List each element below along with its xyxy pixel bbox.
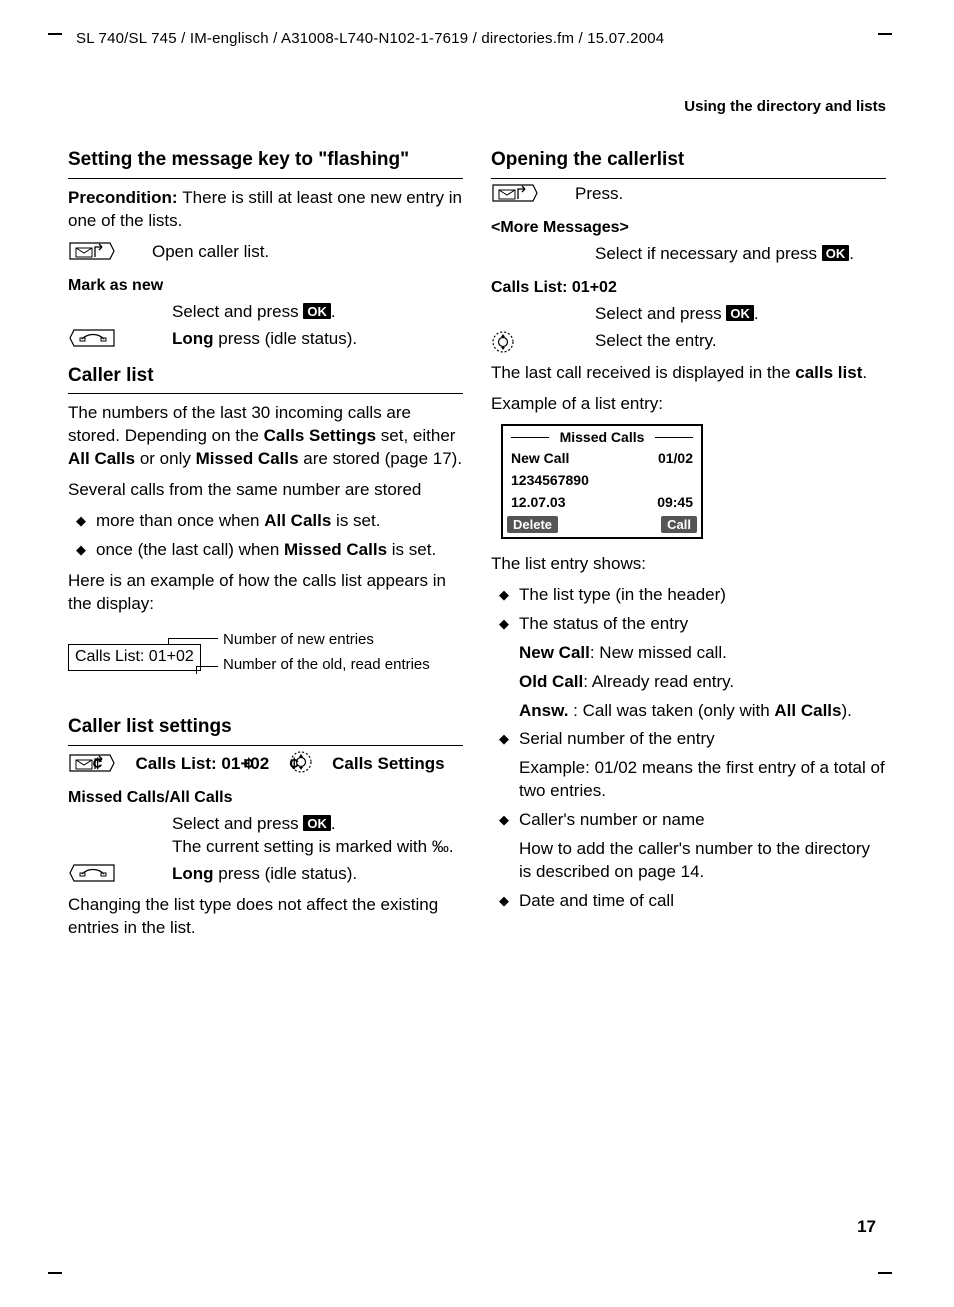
list-item: Caller's number or name How to add the c… bbox=[499, 809, 886, 884]
display-cell: 09:45 bbox=[657, 494, 693, 510]
heading-settings: Caller list settings bbox=[68, 716, 463, 746]
callslist-callout: Calls List: 01+02 Number of new entries … bbox=[68, 626, 463, 700]
running-head: Using the directory and lists bbox=[62, 98, 886, 115]
list-item: The list type (in the header) bbox=[499, 584, 886, 607]
long-press-2: Long press (idle status). bbox=[172, 863, 463, 886]
mark-as-new: Mark as new bbox=[68, 276, 463, 295]
hangup-key-icon bbox=[68, 863, 160, 883]
select-the-entry: Select the entry. bbox=[595, 330, 886, 353]
calls-list-label: Calls List: 01+02 bbox=[491, 278, 886, 297]
long-press-1: Long press (idle status). bbox=[172, 328, 463, 351]
doc-header-path: SL 740/SL 745 / IM-englisch / A31008-L74… bbox=[62, 30, 892, 51]
heading-callerlist: Caller list bbox=[68, 365, 463, 395]
precondition-label: Precondition: bbox=[68, 188, 182, 207]
nav-key-icon bbox=[491, 330, 583, 354]
message-key-icon bbox=[491, 183, 563, 203]
list-item: once (the last call) when Missed Calls i… bbox=[76, 539, 463, 562]
shows-label: The list entry shows: bbox=[491, 553, 886, 576]
message-key-icon bbox=[68, 753, 116, 773]
callerlist-p1: The numbers of the last 30 incoming call… bbox=[68, 402, 463, 471]
nav-step-4: Calls Settings bbox=[332, 754, 444, 773]
ok-badge: OK bbox=[303, 303, 331, 319]
select-and-press-2: Select and press OK. The current setting… bbox=[172, 813, 463, 859]
nav-sequence: ¢ Calls List: 01+02 ¢ ¢ Calls Settings bbox=[68, 750, 463, 777]
softkey-call[interactable]: Call bbox=[661, 516, 697, 533]
last-call-note: The last call received is displayed in t… bbox=[491, 362, 886, 385]
callout-old-entries: Number of the old, read entries bbox=[223, 656, 430, 674]
list-item: The status of the entry New Call: New mi… bbox=[499, 613, 886, 723]
message-key-icon bbox=[68, 241, 140, 261]
page-number: 17 bbox=[857, 1217, 876, 1237]
entry-shows-list: The list type (in the header) The status… bbox=[491, 584, 886, 913]
list-item: Serial number of the entry Example: 01/0… bbox=[499, 728, 886, 803]
callerlist-bullets: more than once when All Calls is set. on… bbox=[68, 510, 463, 562]
left-column: Setting the message key to "flashing" Pr… bbox=[68, 135, 463, 948]
display-head: Missed Calls bbox=[503, 426, 701, 447]
display-example: Missed Calls New Call 01/02 1234567890 1… bbox=[501, 424, 703, 539]
open-caller-list: Open caller list. bbox=[152, 241, 463, 264]
example-label: Example of a list entry: bbox=[491, 393, 886, 416]
display-cell: New Call bbox=[511, 450, 569, 466]
softkey-delete[interactable]: Delete bbox=[507, 516, 558, 533]
callslist-box: Calls List: 01+02 bbox=[68, 644, 201, 671]
more-messages: <More Messages> bbox=[491, 218, 886, 237]
display-cell: 12.07.03 bbox=[511, 494, 566, 510]
press-label: Press. bbox=[575, 183, 886, 206]
missed-all-calls: Missed Calls/All Calls bbox=[68, 788, 463, 807]
callout-new-entries: Number of new entries bbox=[223, 630, 374, 650]
ok-badge: OK bbox=[303, 815, 331, 831]
display-cell: 01/02 bbox=[658, 450, 693, 466]
list-item: more than once when All Calls is set. bbox=[76, 510, 463, 533]
right-column: Opening the callerlist Press. <More Mess… bbox=[491, 135, 886, 948]
hangup-key-icon bbox=[68, 328, 160, 348]
callerlist-p3: Here is an example of how the calls list… bbox=[68, 570, 463, 616]
callerlist-p2: Several calls from the same number are s… bbox=[68, 479, 463, 502]
select-and-press: Select and press OK. bbox=[172, 301, 463, 324]
heading-opening: Opening the callerlist bbox=[491, 149, 886, 179]
precondition: Precondition: There is still at least on… bbox=[68, 187, 463, 233]
display-cell: 1234567890 bbox=[511, 472, 589, 488]
select-and-press-3: Select and press OK. bbox=[595, 303, 886, 326]
list-item: Date and time of call bbox=[499, 890, 886, 913]
ok-badge: OK bbox=[726, 305, 754, 321]
change-note: Changing the list type does not affect t… bbox=[68, 894, 463, 940]
ok-badge: OK bbox=[822, 245, 850, 261]
heading-flashing: Setting the message key to "flashing" bbox=[68, 149, 463, 179]
select-if-necessary: Select if necessary and press OK. bbox=[595, 243, 886, 266]
